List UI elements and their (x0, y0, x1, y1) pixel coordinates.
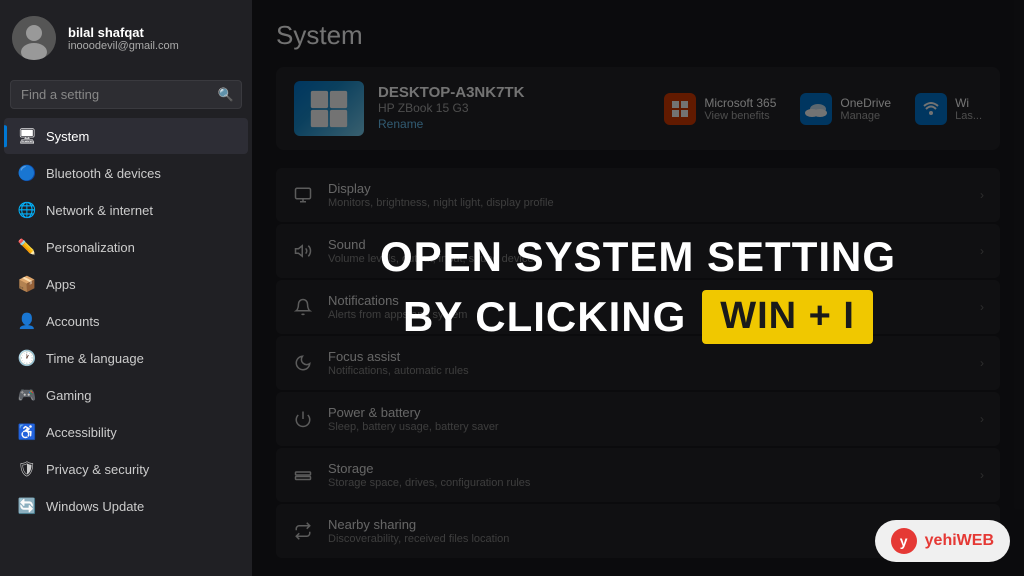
nav-label-bluetooth: Bluetooth & devices (46, 166, 161, 181)
user-info: bilal shafqat inooodevil@gmail.com (68, 25, 179, 52)
brand-text: yehiWEB (925, 532, 994, 550)
sidebar-item-privacy[interactable]: 🛡 Privacy & security (4, 451, 248, 487)
nav-icon-system: 🖥 (18, 127, 36, 145)
nav-label-gaming: Gaming (46, 388, 92, 403)
nav-label-time: Time & language (46, 351, 144, 366)
sidebar-item-apps[interactable]: 📦 Apps (4, 266, 248, 302)
avatar (12, 16, 56, 60)
brand-badge: y yehiWEB (875, 520, 1010, 562)
sidebar-item-network[interactable]: 🌐 Network & internet (4, 192, 248, 228)
nav-icon-accounts: 👤 (18, 312, 36, 330)
sidebar-item-time[interactable]: 🕐 Time & language (4, 340, 248, 376)
nav-label-update: Windows Update (46, 499, 144, 514)
sidebar-item-system[interactable]: 🖥 System (4, 118, 248, 154)
nav-icon-time: 🕐 (18, 349, 36, 367)
sidebar-item-bluetooth[interactable]: 🔵 Bluetooth & devices (4, 155, 248, 191)
brand-accent: WEB (957, 532, 994, 549)
nav-label-apps: Apps (46, 277, 76, 292)
nav-label-privacy: Privacy & security (46, 462, 149, 477)
nav-icon-gaming: 🎮 (18, 386, 36, 404)
nav-label-personalization: Personalization (46, 240, 135, 255)
user-profile[interactable]: bilal shafqat inooodevil@gmail.com (0, 0, 252, 76)
sidebar-item-personalization[interactable]: ✏️ Personalization (4, 229, 248, 265)
overlay-line1: OPEN SYSTEM SETTING (380, 232, 896, 282)
nav-icon-bluetooth: 🔵 (18, 164, 36, 182)
shortcut-badge: WIN + I (702, 290, 873, 344)
nav-icon-update: 🔄 (18, 497, 36, 515)
nav-list: 🖥 System 🔵 Bluetooth & devices 🌐 Network… (0, 117, 252, 576)
overlay-line2: BY CLICKING WIN + I (403, 290, 873, 344)
user-name: bilal shafqat (68, 25, 179, 40)
main-content: System DESKTOP-A3NK7TK HP ZBook 15 G3 Re… (252, 0, 1024, 576)
brand-logo-icon: y (891, 528, 917, 554)
nav-icon-personalization: ✏️ (18, 238, 36, 256)
user-email: inooodevil@gmail.com (68, 40, 179, 52)
overlay-line2-prefix: BY CLICKING (403, 292, 686, 342)
nav-label-network: Network & internet (46, 203, 153, 218)
search-input[interactable] (10, 80, 242, 109)
sidebar-item-accounts[interactable]: 👤 Accounts (4, 303, 248, 339)
nav-icon-network: 🌐 (18, 201, 36, 219)
sidebar: bilal shafqat inooodevil@gmail.com 🔍 🖥 S… (0, 0, 252, 576)
search-box: 🔍 (10, 80, 242, 109)
nav-label-system: System (46, 129, 89, 144)
brand-plain: yehi (925, 532, 957, 549)
search-icon: 🔍 (218, 87, 234, 103)
sidebar-item-update[interactable]: 🔄 Windows Update (4, 488, 248, 524)
nav-icon-privacy: 🛡 (18, 460, 36, 478)
nav-label-accessibility: Accessibility (46, 425, 117, 440)
sidebar-item-gaming[interactable]: 🎮 Gaming (4, 377, 248, 413)
overlay-text: OPEN SYSTEM SETTING BY CLICKING WIN + I (380, 232, 896, 344)
overlay: OPEN SYSTEM SETTING BY CLICKING WIN + I (252, 0, 1024, 576)
sidebar-item-accessibility[interactable]: ♿ Accessibility (4, 414, 248, 450)
nav-icon-accessibility: ♿ (18, 423, 36, 441)
nav-label-accounts: Accounts (46, 314, 99, 329)
nav-icon-apps: 📦 (18, 275, 36, 293)
